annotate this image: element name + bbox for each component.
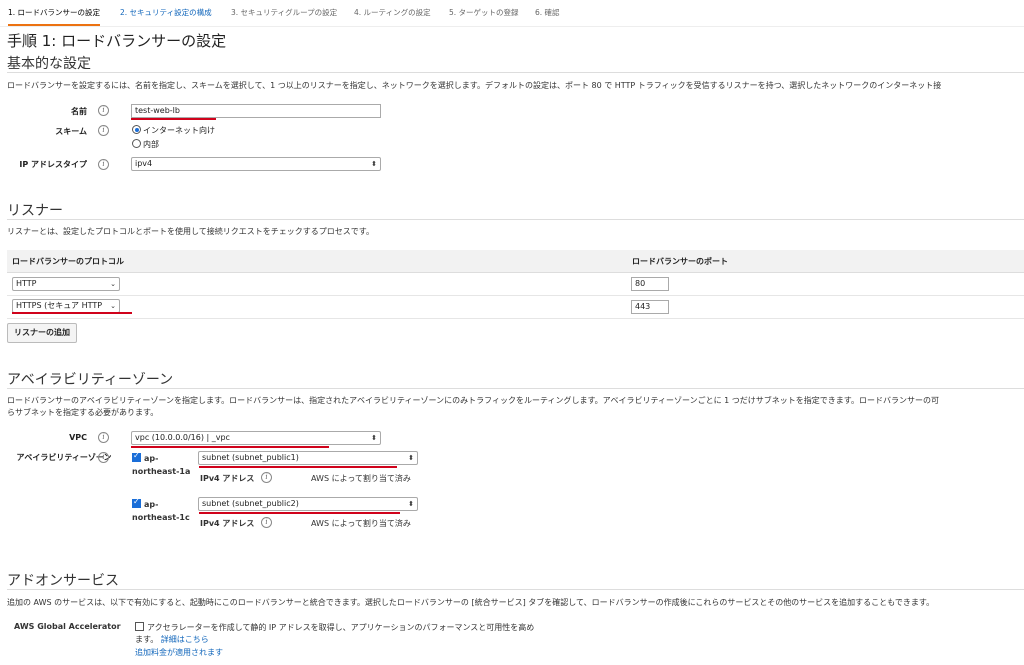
chevron-down-icon: ⌄ bbox=[110, 302, 116, 310]
chevron-down-icon: ⌄ bbox=[110, 280, 116, 288]
divider bbox=[7, 72, 1024, 73]
protocol-value: HTTPS (セキュア HTTP bbox=[16, 301, 103, 310]
az-description-cont: らサブネットを指定する必要があります。 bbox=[7, 408, 159, 417]
select-arrow-icon: ⬍ bbox=[408, 454, 414, 462]
az-1a-name: ap- bbox=[144, 454, 159, 463]
step-security-settings[interactable]: 2. セキュリティ設定の構成 bbox=[120, 6, 212, 24]
add-listener-button[interactable]: リスナーの追加 bbox=[7, 323, 77, 343]
az-1c-name-cont: northeast-1c bbox=[132, 513, 190, 522]
name-input[interactable]: test-web-lb bbox=[131, 104, 381, 118]
ip-address-type-value: ipv4 bbox=[135, 159, 153, 168]
port-column-header: ロードバランサーのポート bbox=[632, 257, 728, 266]
step-register-targets[interactable]: 5. ターゲットの登録 bbox=[449, 6, 519, 24]
info-icon[interactable]: i bbox=[98, 159, 109, 170]
table-row: HTTPS (セキュア HTTP ⌄ 443 bbox=[7, 296, 1024, 319]
info-icon[interactable]: i bbox=[261, 517, 272, 528]
subnet-value: subnet (subnet_public2) bbox=[202, 499, 299, 508]
info-icon[interactable]: i bbox=[98, 125, 109, 136]
global-accelerator-text-end: ます。 bbox=[135, 635, 159, 644]
global-accelerator-checkbox[interactable]: アクセラレーターを作成して静的 IP アドレスを取得し、アプリケーションのパフォ… bbox=[135, 622, 534, 633]
select-arrow-icon: ⬍ bbox=[371, 434, 377, 442]
additional-fee-link[interactable]: 追加料金が適用されます bbox=[135, 647, 223, 658]
checkbox-checked-icon bbox=[132, 497, 141, 508]
annotation-underline bbox=[199, 512, 400, 514]
ipv4-value: AWS によって割り当て済み bbox=[311, 474, 411, 483]
protocol-select[interactable]: HTTP ⌄ bbox=[12, 277, 120, 291]
scheme-internal-label: 内部 bbox=[143, 140, 159, 149]
info-icon[interactable]: i bbox=[98, 452, 109, 463]
addon-heading: アドオンサービス bbox=[7, 573, 119, 589]
scheme-internet-radio[interactable]: インターネット向け bbox=[132, 125, 215, 136]
az-1a-name-cont: northeast-1a bbox=[132, 467, 191, 476]
basic-settings-heading: 基本的な設定 bbox=[7, 56, 91, 72]
annotation-underline bbox=[131, 118, 216, 120]
scheme-internet-label: インターネット向け bbox=[143, 126, 215, 135]
port-input[interactable]: 80 bbox=[631, 277, 669, 291]
scheme-label: スキーム bbox=[55, 127, 87, 136]
table-row: HTTP ⌄ 80 bbox=[7, 273, 1024, 296]
basic-settings-description: ロードバランサーを設定するには、名前を指定し、スキームを選択して、1 つ以上のリ… bbox=[7, 81, 942, 90]
step-security-groups[interactable]: 3. セキュリティグループの設定 bbox=[231, 6, 337, 24]
ipv4-label: IPv4 アドレス bbox=[200, 519, 255, 528]
select-arrow-icon: ⬍ bbox=[408, 500, 414, 508]
select-arrow-icon: ⬍ bbox=[371, 160, 377, 168]
global-accelerator-text-cont: ます。 詳細はこちら bbox=[135, 634, 209, 645]
port-input[interactable]: 443 bbox=[631, 300, 669, 314]
radio-selected-icon bbox=[132, 125, 141, 134]
vpc-value: vpc (10.0.0.0/16) | _vpc bbox=[135, 433, 230, 442]
divider bbox=[7, 589, 1024, 590]
vpc-select[interactable]: vpc (10.0.0.0/16) | _vpc ⬍ bbox=[131, 431, 381, 445]
info-icon[interactable]: i bbox=[261, 472, 272, 483]
listeners-description: リスナーとは、設定したプロトコルとポートを使用して接続リクエストをチェックするプ… bbox=[7, 227, 374, 236]
ipv4-value: AWS によって割り当て済み bbox=[311, 519, 411, 528]
addon-description: 追加の AWS のサービスは、以下で有効にすると、起動時にこのロードバランサーと… bbox=[7, 598, 935, 607]
listeners-heading: リスナー bbox=[7, 203, 63, 219]
listeners-table-header: ロードバランサーのプロトコル ロードバランサーのポート bbox=[7, 250, 1024, 273]
az-1c-checkbox[interactable]: ap- bbox=[132, 497, 159, 509]
scheme-internal-radio[interactable]: 内部 bbox=[132, 139, 159, 150]
az-1a-checkbox[interactable]: ap- bbox=[132, 451, 159, 463]
info-icon[interactable]: i bbox=[98, 105, 109, 116]
ipv4-label: IPv4 アドレス bbox=[200, 474, 255, 483]
page-title: 手順 1: ロードバランサーの設定 bbox=[7, 32, 227, 50]
ip-address-type-label: IP アドレスタイプ bbox=[19, 160, 87, 169]
vpc-label: VPC bbox=[69, 433, 87, 442]
global-accelerator-label: AWS Global Accelerator bbox=[14, 622, 121, 631]
info-icon[interactable]: i bbox=[98, 432, 109, 443]
global-accelerator-text: アクセラレーターを作成して静的 IP アドレスを取得し、アプリケーションのパフォ… bbox=[147, 623, 535, 632]
ip-address-type-select[interactable]: ipv4 ⬍ bbox=[131, 157, 381, 171]
protocol-column-header: ロードバランサーのプロトコル bbox=[12, 257, 124, 266]
divider bbox=[7, 388, 1024, 389]
subnet-select[interactable]: subnet (subnet_public2) ⬍ bbox=[198, 497, 418, 511]
annotation-underline bbox=[131, 446, 329, 448]
az-heading: アベイラビリティーゾーン bbox=[7, 372, 174, 388]
az-1c-name: ap- bbox=[144, 500, 159, 509]
step-review[interactable]: 6. 確認 bbox=[535, 6, 560, 24]
protocol-value: HTTP bbox=[16, 279, 37, 288]
step-configure-lb[interactable]: 1. ロードバランサーの設定 bbox=[8, 6, 101, 26]
checkbox-checked-icon bbox=[132, 451, 141, 462]
annotation-underline bbox=[12, 312, 132, 314]
protocol-select[interactable]: HTTPS (セキュア HTTP ⌄ bbox=[12, 299, 120, 313]
subnet-select[interactable]: subnet (subnet_public1) ⬍ bbox=[198, 451, 418, 465]
az-description: ロードバランサーのアベイラビリティーゾーンを指定します。ロードバランサーは、指定… bbox=[7, 396, 940, 405]
step-routing[interactable]: 4. ルーティングの設定 bbox=[354, 6, 431, 24]
name-label: 名前 bbox=[71, 107, 87, 116]
wizard-steps: 1. ロードバランサーの設定 2. セキュリティ設定の構成 3. セキュリティグ… bbox=[0, 0, 1024, 27]
divider bbox=[7, 219, 1024, 220]
subnet-value: subnet (subnet_public1) bbox=[202, 453, 299, 462]
checkbox-icon bbox=[135, 622, 144, 631]
annotation-underline bbox=[199, 466, 397, 468]
radio-icon bbox=[132, 139, 141, 148]
learn-more-link[interactable]: 詳細はこちら bbox=[161, 635, 209, 644]
